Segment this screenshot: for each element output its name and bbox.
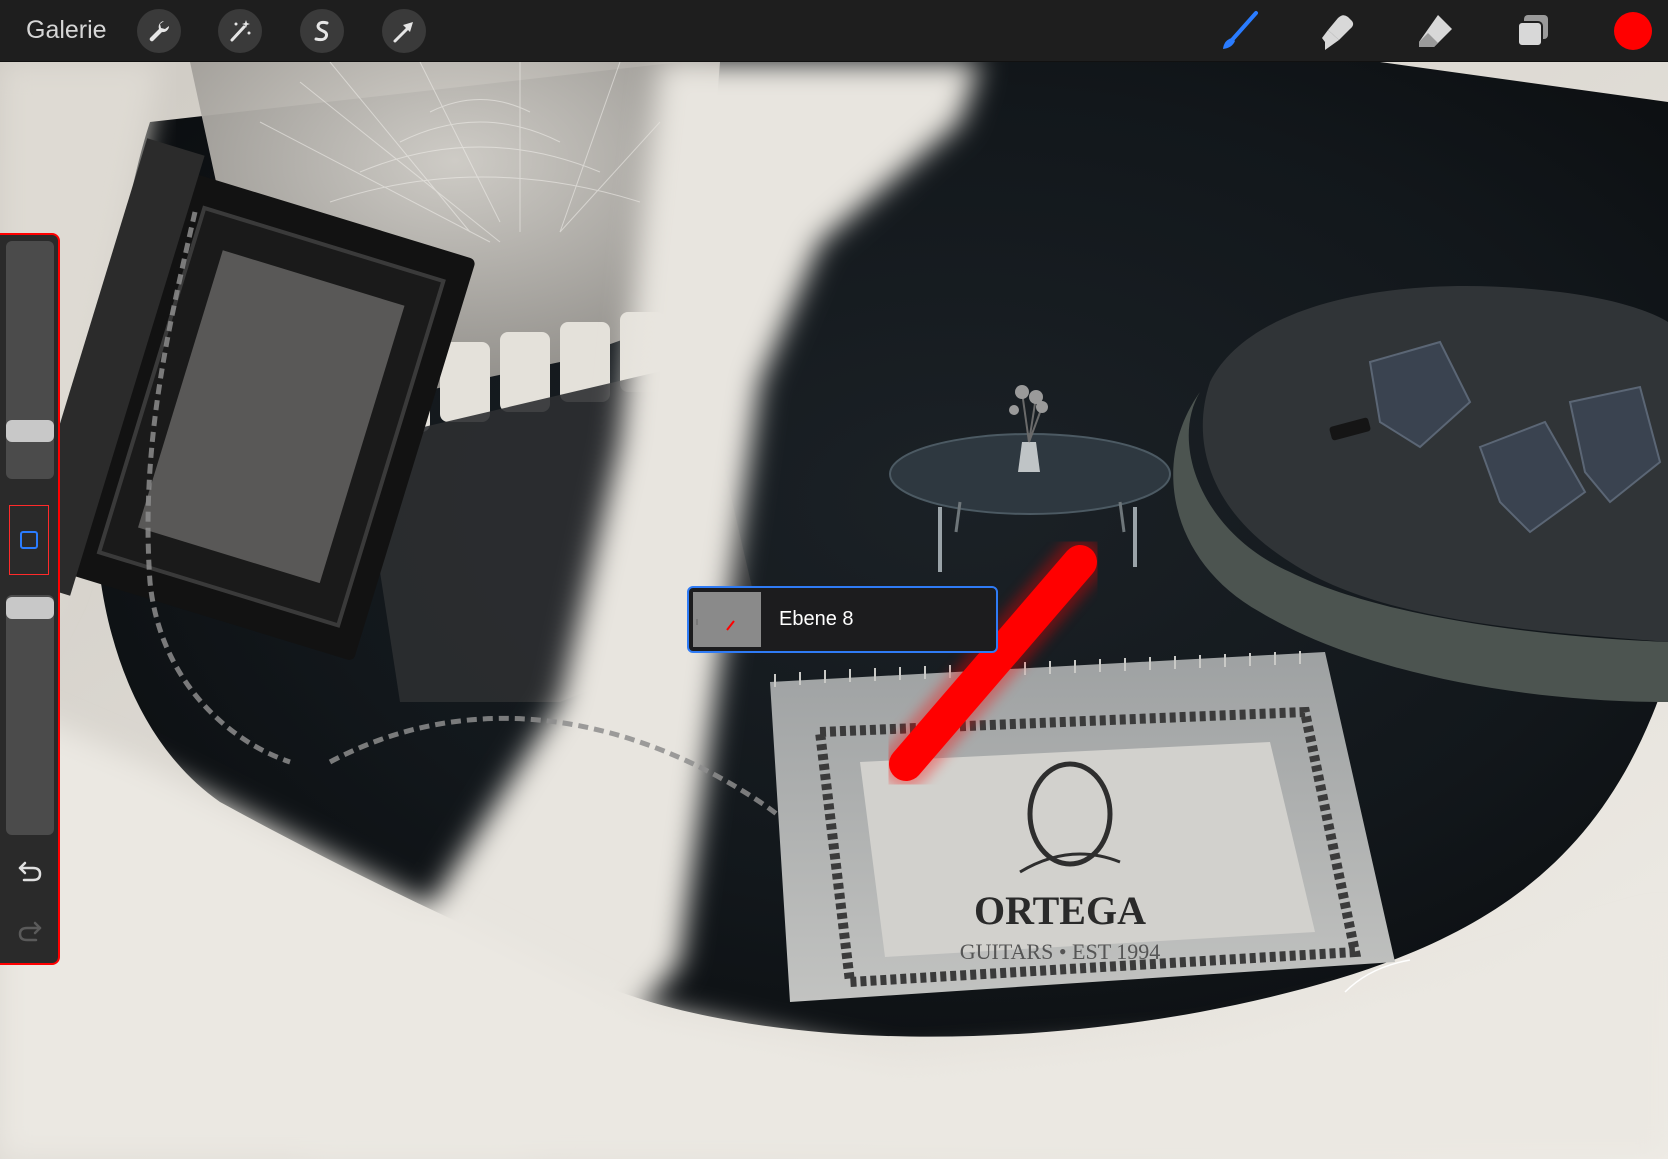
top-toolbar: Galerie bbox=[0, 0, 1668, 62]
eraser-tool-button[interactable] bbox=[1414, 10, 1456, 52]
left-sidebar bbox=[0, 233, 60, 965]
brush-icon bbox=[1223, 11, 1258, 49]
label-brand-text: ORTEGA bbox=[974, 888, 1146, 933]
magic-wand-icon bbox=[230, 20, 251, 42]
modify-button[interactable] bbox=[9, 505, 49, 575]
undo-button[interactable] bbox=[14, 855, 46, 887]
redo-icon bbox=[18, 921, 42, 942]
smudge-tool-button[interactable] bbox=[1316, 10, 1358, 52]
adjustments-button[interactable] bbox=[218, 9, 262, 53]
brush-tool-button[interactable] bbox=[1218, 10, 1260, 52]
square-icon bbox=[20, 531, 38, 549]
layer-thumbnail bbox=[693, 592, 761, 647]
layers-button[interactable] bbox=[1512, 10, 1554, 52]
layer-popup[interactable]: Ebene 8 bbox=[687, 586, 998, 653]
label-tagline-text: GUITARS • EST 1994 bbox=[960, 939, 1161, 964]
actions-button[interactable] bbox=[137, 9, 181, 53]
layers-icon bbox=[1517, 15, 1548, 47]
undo-icon bbox=[18, 861, 42, 882]
color-picker-button[interactable] bbox=[1614, 12, 1652, 50]
wrench-icon bbox=[149, 21, 170, 42]
selection-button[interactable] bbox=[300, 9, 344, 53]
brush-opacity-slider-thumb[interactable] bbox=[6, 597, 54, 619]
redo-button[interactable] bbox=[14, 915, 46, 947]
selection-s-icon bbox=[314, 20, 329, 42]
smudge-icon bbox=[1322, 15, 1354, 50]
brush-size-slider[interactable] bbox=[6, 241, 54, 479]
brush-size-slider-thumb[interactable] bbox=[6, 420, 54, 442]
transform-button[interactable] bbox=[382, 9, 426, 53]
eraser-icon bbox=[1419, 15, 1452, 47]
layer-name: Ebene 8 bbox=[779, 608, 854, 630]
gallery-button[interactable]: Galerie bbox=[26, 14, 107, 46]
transform-arrow-icon bbox=[393, 22, 413, 43]
thumbnail-stroke bbox=[726, 620, 735, 631]
brush-opacity-slider[interactable] bbox=[6, 595, 54, 835]
